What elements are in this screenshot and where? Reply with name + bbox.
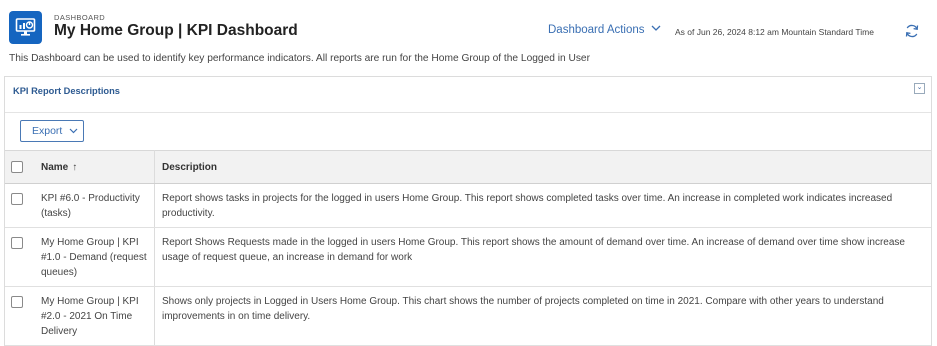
report-table: Name ↑ Description KPI #6.0 - Productivit… bbox=[5, 150, 931, 346]
name-header-label: Name bbox=[41, 161, 69, 173]
page-kicker: DASHBOARD bbox=[54, 13, 106, 22]
panel-title: KPI Report Descriptions bbox=[13, 86, 120, 96]
row-checkbox[interactable] bbox=[11, 237, 23, 249]
chevron-down-icon bbox=[651, 23, 661, 35]
row-checkbox[interactable] bbox=[11, 296, 23, 308]
export-button[interactable]: Export bbox=[20, 120, 84, 142]
page-header: DASHBOARD My Home Group | KPI Dashboard … bbox=[0, 0, 937, 48]
panel-divider bbox=[5, 112, 931, 113]
name-column-header[interactable]: Name ↑ bbox=[35, 150, 155, 184]
report-description: Report Shows Requests made in the logged… bbox=[154, 227, 931, 287]
row-check-cell bbox=[5, 227, 35, 287]
table-row: My Home Group | KPI #1.0 - Demand (reque… bbox=[5, 227, 931, 287]
report-name[interactable]: My Home Group | KPI #1.0 - Demand (reque… bbox=[35, 227, 155, 287]
row-check-cell bbox=[5, 183, 35, 228]
dashboard-actions-button[interactable]: Dashboard Actions bbox=[548, 23, 661, 36]
table-row: My Home Group | KPI #2.0 - 2021 On Time … bbox=[5, 286, 931, 346]
kpi-report-panel: KPI Report Descriptions ⌄ Export Name ↑ D… bbox=[4, 76, 932, 346]
as-of-timestamp: As of Jun 26, 2024 8:12 am Mountain Stan… bbox=[675, 27, 874, 37]
report-description: Report shows tasks in projects for the l… bbox=[154, 183, 931, 228]
select-all-checkbox[interactable] bbox=[11, 161, 23, 173]
report-description: Shows only projects in Logged in Users H… bbox=[154, 286, 931, 346]
dashboard-description: This Dashboard can be used to identify k… bbox=[9, 53, 590, 64]
refresh-icon[interactable] bbox=[904, 23, 920, 44]
export-label: Export bbox=[32, 125, 63, 137]
collapse-icon[interactable]: ⌄ bbox=[914, 83, 925, 94]
select-all-cell bbox=[5, 150, 35, 184]
chevron-down-icon bbox=[69, 121, 78, 148]
dashboard-icon bbox=[9, 11, 42, 44]
page-title: My Home Group | KPI Dashboard bbox=[54, 22, 298, 39]
row-check-cell bbox=[5, 286, 35, 346]
row-checkbox[interactable] bbox=[11, 193, 23, 205]
dashboard-actions-label: Dashboard Actions bbox=[548, 24, 645, 36]
sort-ascending-icon: ↑ bbox=[72, 161, 78, 173]
table-row: KPI #6.0 - Productivity (tasks) Report s… bbox=[5, 183, 931, 228]
description-header-label: Description bbox=[162, 161, 218, 173]
report-name[interactable]: My Home Group | KPI #2.0 - 2021 On Time … bbox=[35, 286, 155, 346]
description-column-header: Description bbox=[154, 150, 931, 184]
report-name[interactable]: KPI #6.0 - Productivity (tasks) bbox=[35, 183, 155, 228]
table-header-row: Name ↑ Description bbox=[5, 150, 931, 184]
